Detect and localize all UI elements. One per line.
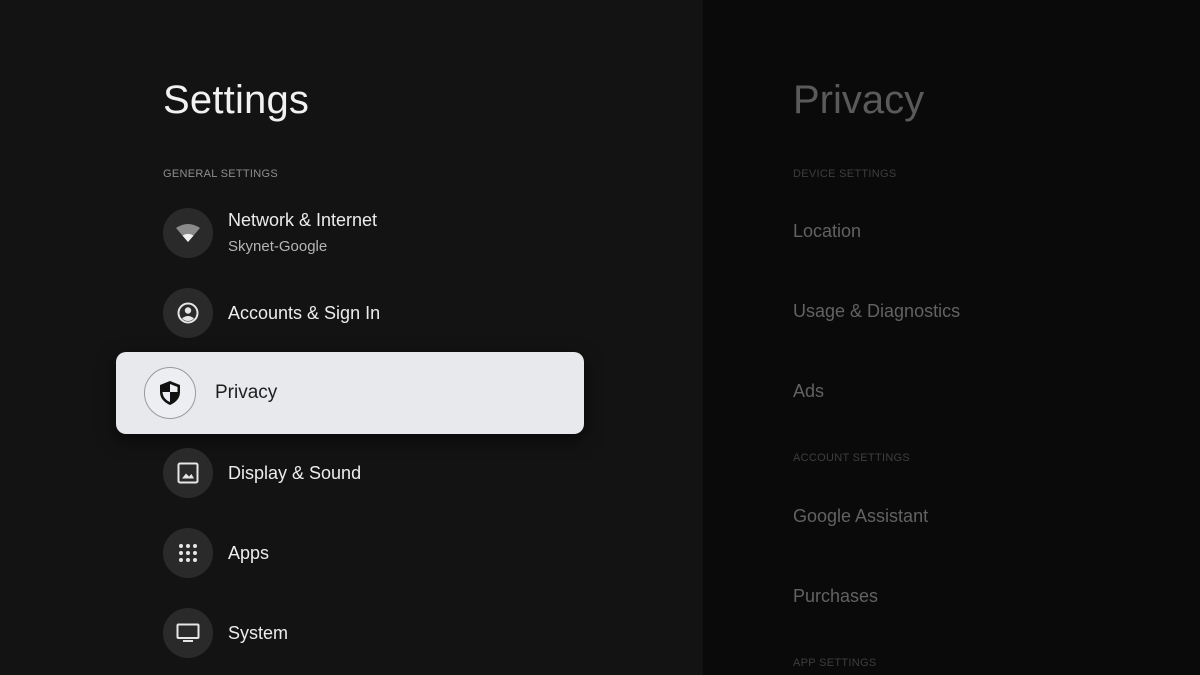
- menu-item-system[interactable]: System: [163, 603, 583, 663]
- menu-item-apps[interactable]: Apps: [163, 523, 583, 583]
- accounts-sign-in-label: Accounts & Sign In: [228, 303, 381, 323]
- menu-item-display-sound[interactable]: Display & Sound: [163, 443, 583, 503]
- system-label: System: [228, 623, 289, 643]
- settings-screen: Settings GENERAL SETTINGS Network & Inte…: [0, 0, 1200, 675]
- image-icon: [163, 448, 213, 498]
- privacy-title: Privacy: [793, 78, 925, 122]
- privacy-item-google-assistant[interactable]: Google Assistant: [793, 504, 928, 528]
- apps-grid-icon: [163, 528, 213, 578]
- wifi-icon: [163, 208, 213, 258]
- account-settings-label: ACCOUNT SETTINGS: [793, 452, 911, 464]
- privacy-item-location[interactable]: Location: [793, 219, 861, 243]
- privacy-item-purchases[interactable]: Purchases: [793, 584, 878, 608]
- settings-panel: Settings GENERAL SETTINGS Network & Inte…: [0, 0, 703, 675]
- network-name: Skynet-Google: [228, 238, 328, 255]
- network-internet-label: Network & Internet: [228, 210, 378, 230]
- privacy-item-ads[interactable]: Ads: [793, 379, 824, 403]
- settings-title: Settings: [163, 78, 310, 122]
- privacy-label: Privacy: [215, 382, 278, 403]
- account-icon: [163, 288, 213, 338]
- app-settings-label: APP SETTINGS: [793, 657, 877, 669]
- display-sound-label: Display & Sound: [228, 463, 362, 483]
- menu-item-accounts-sign-in[interactable]: Accounts & Sign In: [163, 283, 583, 343]
- apps-label: Apps: [228, 543, 270, 563]
- tv-icon: [163, 608, 213, 658]
- privacy-panel: [703, 0, 1200, 675]
- device-settings-label: DEVICE SETTINGS: [793, 168, 897, 180]
- privacy-item-usage-diagnostics[interactable]: Usage & Diagnostics: [793, 299, 960, 323]
- general-settings-label: GENERAL SETTINGS: [163, 168, 279, 180]
- menu-item-privacy[interactable]: Privacy: [116, 352, 584, 434]
- menu-item-network-internet[interactable]: Network & Internet Skynet-Google: [163, 203, 583, 263]
- shield-icon: [144, 367, 196, 419]
